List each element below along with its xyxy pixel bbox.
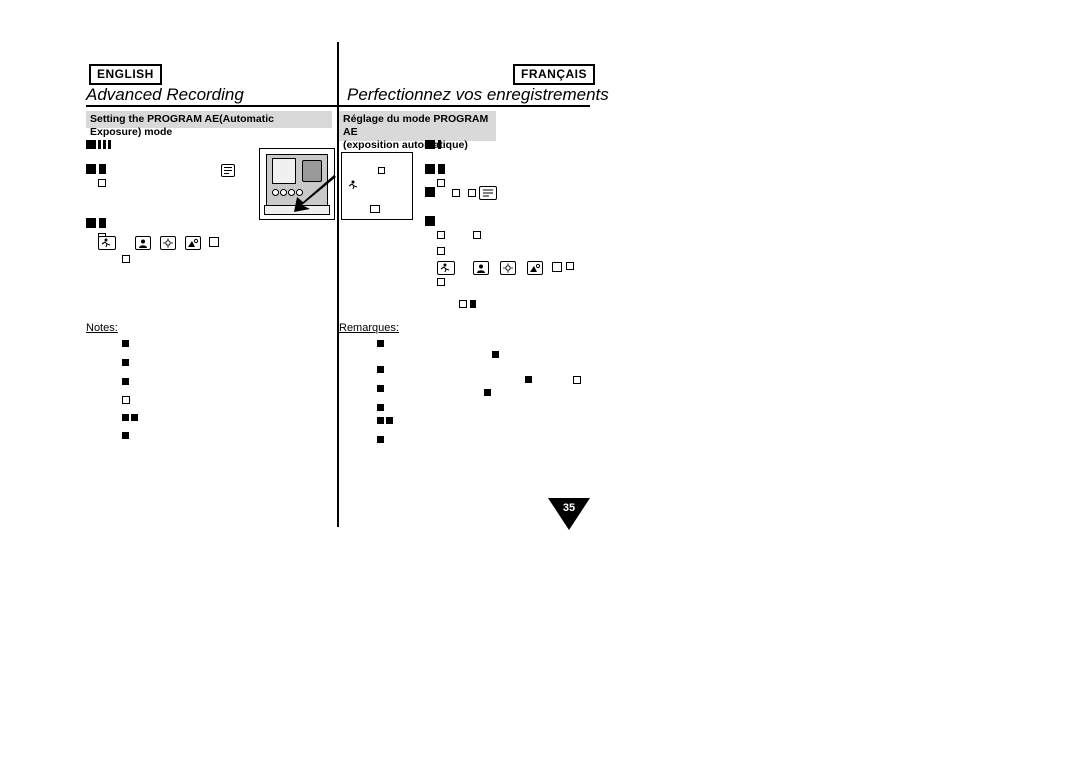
sand-snow-icon [527,261,543,275]
spotlight-icon [500,261,516,275]
running-person-icon [98,236,116,250]
menu-icon [479,186,497,200]
document-page: ENGLISH Advanced Recording Setting the P… [0,0,1080,763]
high-shutter-icon [209,237,219,247]
page-number: 35 [562,502,576,514]
language-badge-french: FRANÇAIS [513,64,595,85]
lcd-display-illustration [341,152,413,220]
menu-icon [221,164,235,177]
portrait-icon [135,236,151,250]
chapter-title-english: Advanced Recording [86,85,244,104]
display-counter [370,205,380,213]
display-indicator [378,167,385,174]
running-person-icon [437,261,455,275]
language-badge-english: ENGLISH [89,64,162,85]
camcorder-button [272,189,279,196]
portrait-icon [473,261,489,275]
running-person-icon [347,179,361,192]
section-header-french: Réglage du mode PROGRAM AE (exposition a… [339,111,496,151]
high-shutter-icon [552,262,562,272]
spotlight-icon [160,236,176,250]
chapter-title-french: Perfectionnez vos enregistrements [347,85,609,104]
notes-label-french: Remarques: [339,322,399,334]
section-header-french-line2: (exposition automatique) [343,139,468,151]
title-rule [86,105,590,107]
section-header-english: Setting the PROGRAM AE(Automatic Exposur… [86,111,332,138]
notes-label-english: Notes: [86,322,118,334]
page-number-badge: 35 [548,498,590,530]
section-header-french-line1: Réglage du mode PROGRAM AE [343,113,489,138]
callout-arrow-icon [294,175,336,212]
sand-snow-icon [185,236,201,250]
